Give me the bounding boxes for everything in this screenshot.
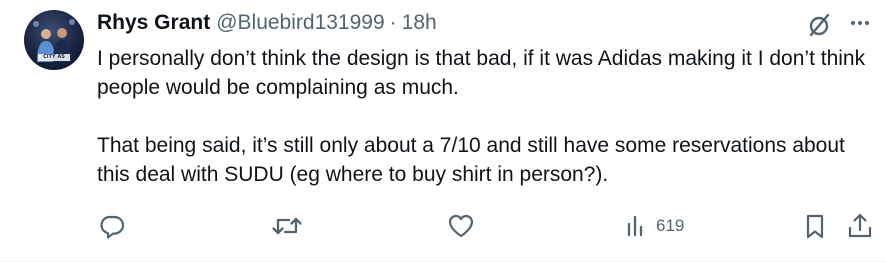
bookmark-button[interactable]	[800, 208, 830, 244]
speech-bubble-icon	[100, 215, 125, 239]
avatar-image	[33, 19, 75, 62]
avatar-caption: CITY AS ONE	[43, 54, 65, 60]
tweet[interactable]: CITY AS ONE Rhys Grant @Bluebird131999 ·…	[0, 0, 886, 262]
bar-chart-icon	[627, 215, 643, 237]
heart-icon	[448, 214, 474, 238]
grok-slash-icon[interactable]	[804, 10, 834, 40]
reply-button[interactable]	[97, 208, 127, 244]
tweet-header: Rhys Grant @Bluebird131999 · 18h	[97, 8, 437, 38]
ellipsis-icon[interactable]	[845, 10, 875, 40]
author-display-name[interactable]: Rhys Grant	[97, 11, 210, 35]
like-button[interactable]	[446, 208, 476, 244]
views-button[interactable]: 619	[624, 208, 684, 244]
timestamp[interactable]: 18h	[402, 11, 437, 35]
separator-dot: ·	[389, 11, 397, 34]
tweet-paragraph-2: That being said, it’s still only about a…	[97, 134, 845, 186]
retweet-button[interactable]	[271, 208, 303, 244]
bookmark-icon	[806, 214, 824, 239]
tweet-text: I personally don’t think the design is t…	[97, 44, 872, 189]
share-upload-icon	[848, 213, 872, 238]
avatar[interactable]: CITY AS ONE	[24, 10, 84, 70]
share-button[interactable]	[845, 208, 875, 244]
tweet-actions: 619	[0, 208, 886, 244]
author-handle[interactable]: @Bluebird131999	[216, 11, 384, 35]
tweet-paragraph-1: I personally don’t think the design is t…	[97, 47, 866, 99]
retweet-arrows-icon	[272, 217, 302, 235]
views-count: 619	[656, 216, 685, 235]
